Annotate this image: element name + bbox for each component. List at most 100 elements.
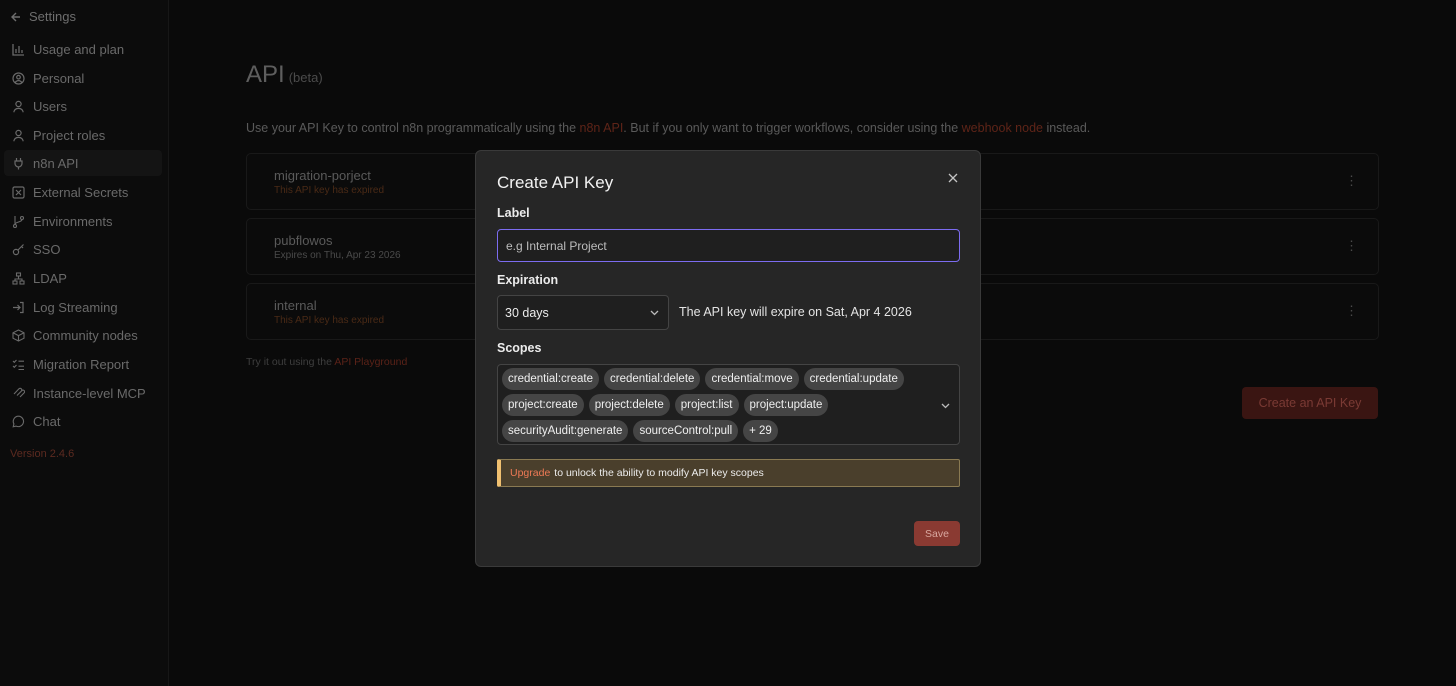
scope-chip-row: securityAudit:generate sourceControl:pul… bbox=[502, 420, 778, 442]
sidebar-item-environments[interactable]: Environments bbox=[4, 208, 162, 234]
chevron-down-icon bbox=[650, 310, 659, 316]
sidebar-item-label: Personal bbox=[33, 70, 85, 86]
api-key-name: pubflowos bbox=[274, 233, 333, 248]
scope-chip: credential:delete bbox=[604, 368, 701, 390]
network-icon bbox=[12, 271, 25, 285]
sidebar-item-instance-level-mcp[interactable]: Instance-level MCP bbox=[4, 380, 162, 406]
scope-chip: project:delete bbox=[588, 394, 670, 416]
beta-badge: (beta) bbox=[288, 70, 323, 85]
scopes-field-label: Scopes bbox=[497, 341, 542, 355]
intro-text-part: Use your API Key to control n8n programm… bbox=[246, 121, 580, 135]
dialog-title: Create API Key bbox=[497, 173, 614, 192]
sidebar-item-label: LDAP bbox=[33, 270, 67, 286]
back-to-settings[interactable]: Settings bbox=[10, 9, 76, 24]
back-label: Settings bbox=[29, 9, 76, 24]
create-api-key-button[interactable]: Create an API Key bbox=[1242, 387, 1378, 419]
user-icon bbox=[13, 129, 24, 141]
log-in-icon bbox=[13, 301, 24, 313]
user-icon bbox=[13, 100, 24, 112]
sidebar-item-migration-report[interactable]: Migration Report bbox=[4, 351, 162, 377]
arrow-left-icon bbox=[11, 12, 20, 21]
more-scopes-chip: + 29 bbox=[743, 420, 778, 442]
sidebar-item-label: Instance-level MCP bbox=[33, 385, 146, 401]
scope-chip: credential:create bbox=[502, 368, 600, 390]
sidebar-item-label: Log Streaming bbox=[33, 299, 118, 315]
sidebar-item-label: Environments bbox=[33, 213, 113, 229]
more-vertical-icon[interactable]: ⋮ bbox=[1345, 304, 1358, 317]
chevron-down-icon bbox=[941, 403, 950, 409]
scopes-multiselect[interactable]: credential:create credential:delete cred… bbox=[497, 364, 960, 445]
scope-chip: project:create bbox=[502, 394, 584, 416]
scope-chip-row: project:create project:delete project:li… bbox=[502, 394, 829, 416]
sidebar-item-sso[interactable]: SSO bbox=[4, 236, 162, 262]
scope-chip: credential:move bbox=[705, 368, 799, 390]
sidebar-item-label: External Secrets bbox=[33, 184, 129, 200]
n8n-api-link[interactable]: n8n API bbox=[580, 121, 624, 135]
box-icon bbox=[12, 328, 25, 342]
scope-chip: project:list bbox=[674, 394, 739, 416]
expiration-selected-value: 30 days bbox=[505, 305, 549, 320]
more-vertical-icon[interactable]: ⋮ bbox=[1345, 239, 1358, 252]
sidebar-item-users[interactable]: Users bbox=[4, 93, 162, 119]
api-key-name: migration-porject bbox=[274, 168, 371, 183]
sidebar-item-community-nodes[interactable]: Community nodes bbox=[4, 322, 162, 348]
label-input[interactable] bbox=[497, 229, 960, 262]
version-label: Version 2.4.6 bbox=[10, 448, 75, 460]
create-api-key-dialog: Create API Key Label Expiration 30 days … bbox=[475, 150, 981, 567]
scope-chip: project:update bbox=[743, 394, 829, 416]
sidebar-item-external-secrets[interactable]: External Secrets bbox=[4, 179, 162, 205]
api-key-name: internal bbox=[274, 298, 317, 313]
page-title-text: API bbox=[246, 61, 285, 88]
sidebar-item-label: Users bbox=[33, 98, 67, 114]
settings-sidebar: Settings Usage and plan Personal Users P… bbox=[0, 0, 169, 686]
scope-chip: credential:update bbox=[803, 368, 904, 390]
webhook-node-link[interactable]: webhook node bbox=[962, 121, 1043, 135]
tryout-text-part: Try it out using the bbox=[246, 356, 335, 368]
tryout-text: Try it out using the API Playground bbox=[246, 356, 407, 368]
sidebar-item-label: n8n API bbox=[33, 155, 79, 171]
usage-chart-icon bbox=[12, 43, 24, 56]
sidebar-item-n8n-api[interactable]: n8n API bbox=[4, 150, 162, 176]
api-key-status: Expires on Thu, Apr 23 2026 bbox=[274, 250, 401, 261]
sidebar-item-chat[interactable]: Chat bbox=[4, 408, 162, 434]
key-icon bbox=[12, 243, 24, 255]
close-icon[interactable] bbox=[945, 170, 961, 186]
scope-chip-row: credential:create credential:delete cred… bbox=[502, 368, 904, 390]
sidebar-item-label: Usage and plan bbox=[33, 41, 125, 57]
intro-text: Use your API Key to control n8n programm… bbox=[246, 121, 1090, 135]
sidebar-item-label: Chat bbox=[33, 413, 61, 429]
save-button[interactable]: Save bbox=[914, 521, 960, 546]
more-vertical-icon[interactable]: ⋮ bbox=[1345, 174, 1358, 187]
vault-icon bbox=[12, 185, 25, 199]
api-key-status: This API key has expired bbox=[274, 185, 385, 196]
sidebar-item-usage-and-plan[interactable]: Usage and plan bbox=[4, 36, 162, 62]
expiration-field-label: Expiration bbox=[497, 273, 559, 287]
scope-chip: securityAudit:generate bbox=[502, 420, 629, 442]
label-field-label: Label bbox=[497, 206, 530, 220]
sidebar-item-label: SSO bbox=[33, 241, 61, 257]
sidebar-item-label: Community nodes bbox=[33, 327, 138, 343]
expiration-select[interactable]: 30 days bbox=[497, 295, 669, 330]
intro-text-part: instead. bbox=[1042, 121, 1091, 135]
api-playground-link[interactable]: API Playground bbox=[334, 356, 407, 368]
user-circle-icon bbox=[12, 71, 25, 85]
sidebar-item-ldap[interactable]: LDAP bbox=[4, 265, 162, 291]
intro-text-part: . But if you only want to trigger workfl… bbox=[623, 121, 962, 135]
upgrade-notice: Upgrade to unlock the ability to modify … bbox=[497, 459, 960, 487]
expiration-note: The API key will expire on Sat, Apr 4 20… bbox=[679, 305, 912, 319]
sidebar-item-label: Project roles bbox=[33, 127, 106, 143]
sidebar-item-label: Migration Report bbox=[33, 356, 130, 372]
chat-bubble-icon bbox=[12, 415, 25, 428]
plug-icon bbox=[14, 157, 23, 169]
sidebar-item-personal[interactable]: Personal bbox=[4, 65, 162, 91]
page-title: API (beta) bbox=[246, 61, 323, 89]
sidebar-item-project-roles[interactable]: Project roles bbox=[4, 122, 162, 148]
api-key-status: This API key has expired bbox=[274, 315, 385, 326]
upgrade-notice-text: to unlock the ability to modify API key … bbox=[554, 467, 764, 479]
list-checks-icon bbox=[12, 359, 24, 370]
git-branch-icon bbox=[12, 215, 25, 228]
upgrade-link[interactable]: Upgrade bbox=[510, 467, 550, 479]
mcp-icon bbox=[13, 387, 25, 397]
scope-chip: sourceControl:pull bbox=[633, 420, 739, 442]
sidebar-item-log-streaming[interactable]: Log Streaming bbox=[4, 294, 162, 320]
